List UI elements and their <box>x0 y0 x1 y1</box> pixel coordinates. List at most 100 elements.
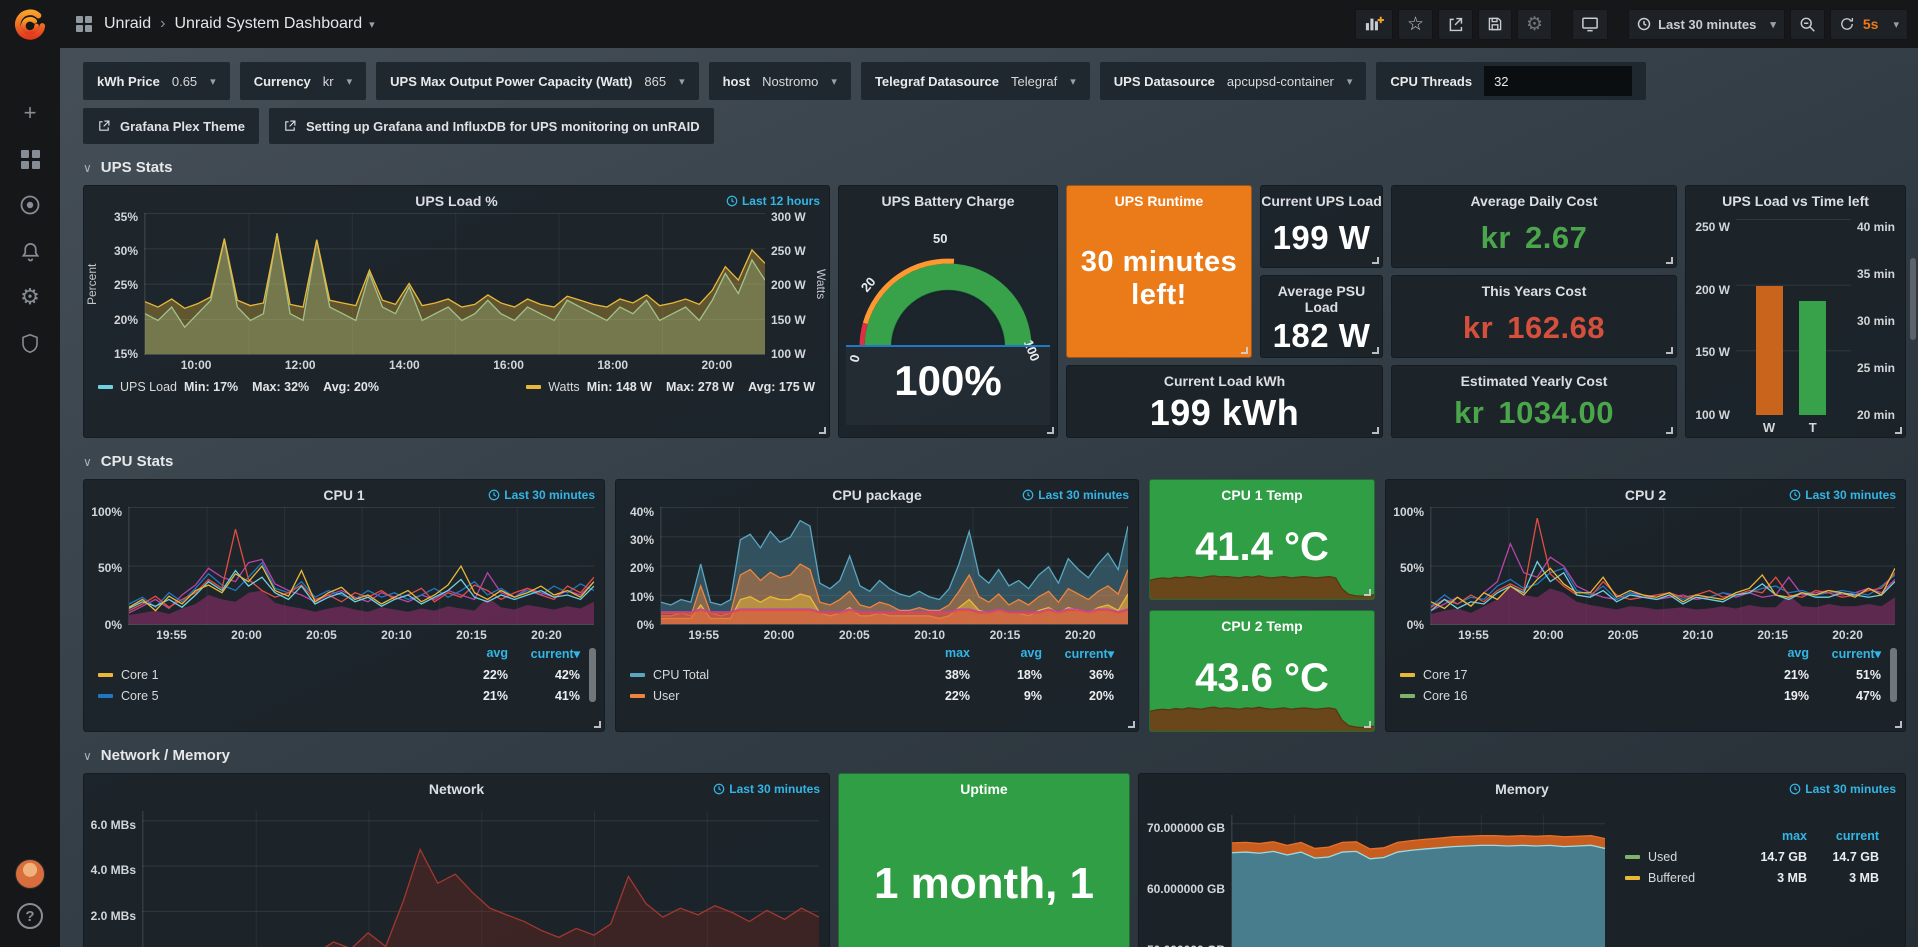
row-header-network-memory[interactable]: ∨ Network / Memory <box>83 747 1906 764</box>
link-ups-monitoring-guide[interactable]: Setting up Grafana and InfluxDB for UPS … <box>269 108 714 144</box>
row-header-cpu-stats[interactable]: ∨ CPU Stats <box>83 453 1906 470</box>
legend-sort-current[interactable]: current▾ <box>1042 646 1114 661</box>
panel-title[interactable]: CPU 2 Temp <box>1150 611 1374 634</box>
settings-gear-button[interactable]: ⚙ <box>1517 9 1552 40</box>
resize-handle[interactable] <box>1047 427 1054 434</box>
variable-value-dropdown[interactable]: Telegraf▾ <box>1011 74 1076 89</box>
legend-sort-avg[interactable]: avg <box>436 646 508 661</box>
share-button[interactable] <box>1438 9 1473 40</box>
grafana-logo-icon[interactable] <box>0 0 60 52</box>
legend-series-toggle[interactable]: User <box>630 689 898 703</box>
panel-ups-load-vs-time-left: UPS Load vs Time left 250 W 200 W 150 W … <box>1685 185 1906 438</box>
panel-title[interactable]: Current Load kWh <box>1164 366 1285 389</box>
legend-series-toggle[interactable]: Core 16 <box>1400 689 1737 703</box>
user-avatar[interactable] <box>15 859 45 889</box>
legend-series-toggle[interactable]: Used <box>1625 850 1735 864</box>
cpu1-plot[interactable] <box>128 507 594 625</box>
legend-sort-max[interactable]: max <box>1735 829 1807 843</box>
legend-sort-max[interactable]: max <box>898 646 970 661</box>
cpu-threads-input[interactable] <box>1484 66 1632 96</box>
variable-value-dropdown[interactable]: 865▾ <box>644 74 684 89</box>
resize-handle[interactable] <box>1666 347 1673 354</box>
link-grafana-plex-theme[interactable]: Grafana Plex Theme <box>83 108 259 144</box>
dashboard-grid-icon[interactable] <box>76 16 92 32</box>
alerting-bell-icon[interactable] <box>0 228 60 274</box>
legend-series-toggle[interactable]: CPU Total <box>630 668 898 682</box>
legend-series-toggle[interactable]: Core 5 <box>98 689 436 703</box>
legend-scrollbar[interactable] <box>1890 648 1897 702</box>
explore-icon[interactable] <box>0 182 60 228</box>
page-scrollbar[interactable] <box>1910 258 1916 340</box>
panel-title[interactable]: UPS Runtime <box>1115 186 1204 209</box>
resize-handle[interactable] <box>1895 427 1902 434</box>
variable-value-dropdown[interactable]: 0.65▾ <box>172 74 216 89</box>
bar-chart-plot[interactable]: W T <box>1736 219 1851 415</box>
resize-handle[interactable] <box>594 721 601 728</box>
ups-load-plot[interactable] <box>144 213 765 355</box>
help-icon[interactable]: ? <box>17 903 43 929</box>
cpu-package-plot[interactable] <box>660 507 1128 625</box>
memory-plot[interactable] <box>1231 815 1605 947</box>
legend-item-watts[interactable]: Watts Min: 148 WMax: 278 WAvg: 175 W <box>526 380 815 394</box>
refresh-button[interactable]: 5s ▾ <box>1830 9 1908 40</box>
resize-handle[interactable] <box>1364 589 1371 596</box>
panel-title[interactable]: UPS Load % <box>84 186 829 209</box>
variable-value-dropdown[interactable]: Nostromo▾ <box>762 74 837 89</box>
variable-ups-max-watt: UPS Max Output Power Capacity (Watt) 865… <box>376 62 698 100</box>
create-plus-icon[interactable]: + <box>0 90 60 136</box>
variable-value-dropdown[interactable]: apcupsd-container▾ <box>1227 74 1353 89</box>
dashboards-icon[interactable] <box>0 136 60 182</box>
panel-title[interactable]: UPS Load vs Time left <box>1686 186 1905 209</box>
battery-gauge[interactable]: 0 20 50 100 100% <box>839 209 1057 435</box>
resize-handle[interactable] <box>1372 347 1379 354</box>
variable-telegraf-datasource: Telegraf Datasource Telegraf▾ <box>861 62 1090 100</box>
panel-title[interactable]: Current UPS Load <box>1261 186 1382 209</box>
legend-item-ups-load[interactable]: UPS Load Min: 17%Max: 32%Avg: 20% <box>98 380 379 394</box>
server-admin-shield-icon[interactable] <box>0 320 60 366</box>
configuration-gear-icon[interactable]: ⚙ <box>0 274 60 320</box>
panel-title[interactable]: Average PSU Load <box>1261 276 1382 315</box>
legend-sort-current[interactable]: current▾ <box>508 646 580 661</box>
resize-handle[interactable] <box>1372 427 1379 434</box>
legend-series-toggle[interactable]: Core 1 <box>98 668 436 682</box>
legend-series-toggle[interactable]: Buffered <box>1625 871 1735 885</box>
star-button[interactable]: ☆ <box>1398 9 1433 40</box>
resize-handle[interactable] <box>1128 721 1135 728</box>
stat-value: 199 W <box>1273 209 1371 267</box>
legend-sort-avg[interactable]: avg <box>970 646 1042 661</box>
network-plot[interactable] <box>142 811 819 947</box>
cpu2-plot[interactable] <box>1430 507 1895 625</box>
panel-title[interactable]: Uptime <box>839 774 1129 797</box>
panel-title[interactable]: Average Daily Cost <box>1470 186 1597 209</box>
breadcrumb-root[interactable]: Unraid <box>104 15 151 33</box>
breadcrumb-current[interactable]: Unraid System Dashboard <box>174 15 362 33</box>
add-panel-button[interactable] <box>1355 9 1393 40</box>
panel-title[interactable]: This Years Cost <box>1482 276 1587 299</box>
legend-sort-avg[interactable]: avg <box>1737 646 1809 661</box>
breadcrumb-caret-icon[interactable]: ▾ <box>369 18 375 31</box>
resize-handle[interactable] <box>1895 721 1902 728</box>
legend-scrollbar[interactable] <box>589 648 596 702</box>
legend-sort-current[interactable]: current▾ <box>1809 646 1881 661</box>
variable-label: Currency <box>254 74 311 89</box>
legend-series-toggle[interactable]: Core 17 <box>1400 668 1737 682</box>
resize-handle[interactable] <box>1666 257 1673 264</box>
zoom-out-button[interactable] <box>1790 9 1825 40</box>
caret-down-icon: ▾ <box>831 75 837 88</box>
resize-handle[interactable] <box>819 427 826 434</box>
panel-title[interactable]: Estimated Yearly Cost <box>1461 366 1608 389</box>
variable-value-dropdown[interactable]: kr▾ <box>323 74 352 89</box>
panel-title[interactable]: CPU 1 Temp <box>1150 480 1374 503</box>
resize-handle[interactable] <box>1364 721 1371 728</box>
legend-sort-current[interactable]: current <box>1807 829 1879 843</box>
row-header-ups-stats[interactable]: ∨ UPS Stats <box>83 159 1906 176</box>
panel-title[interactable]: UPS Battery Charge <box>839 186 1057 209</box>
resize-handle[interactable] <box>1372 257 1379 264</box>
refresh-interval-label[interactable]: 5s <box>1863 16 1879 32</box>
cycle-view-mode-button[interactable] <box>1572 9 1608 40</box>
resize-handle[interactable] <box>1241 347 1248 354</box>
resize-handle[interactable] <box>1666 427 1673 434</box>
time-range-picker[interactable]: Last 30 minutes ▾ <box>1628 9 1785 40</box>
save-button[interactable] <box>1478 9 1512 40</box>
legend-row: User 22%9%20% <box>630 689 1114 703</box>
